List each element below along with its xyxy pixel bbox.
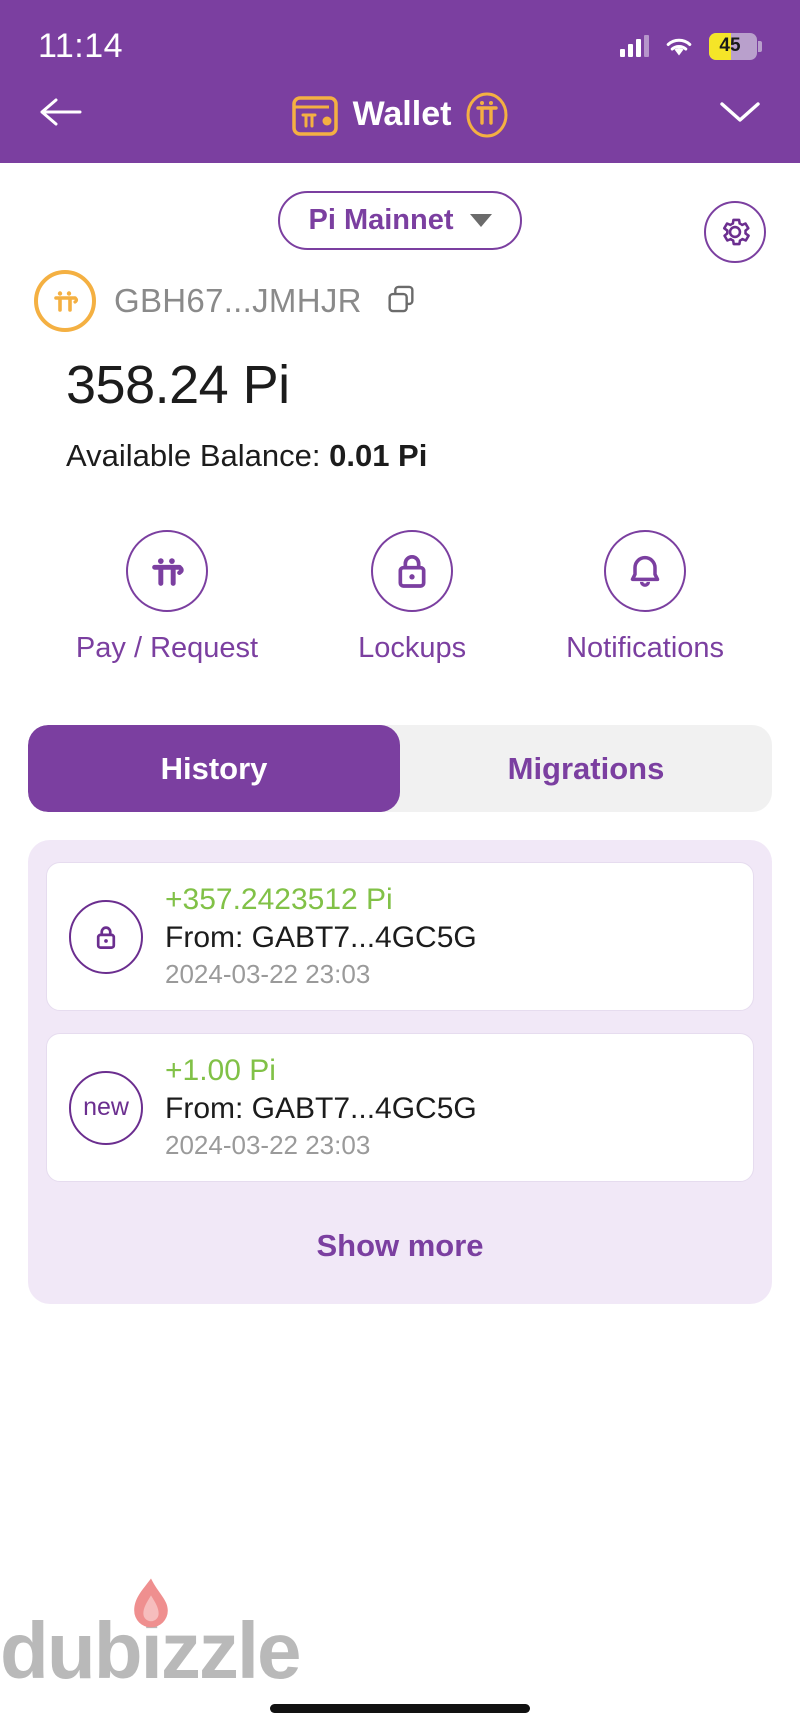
wallet-icon (291, 95, 338, 136)
pay-request-button[interactable]: Pay / Request (76, 530, 258, 665)
signal-bars-icon (620, 35, 649, 57)
notifications-label: Notifications (566, 632, 725, 664)
transaction-from: From: GABT7...4GC5G (165, 921, 477, 954)
quick-actions: Pay / Request Lockups Notifications (0, 474, 800, 665)
transaction-amount: +357.2423512 Pi (165, 883, 393, 916)
back-arrow-icon[interactable] (38, 96, 92, 133)
tab-history[interactable]: History (28, 725, 400, 812)
pi-logo-icon (466, 92, 508, 137)
flame-icon (134, 1578, 168, 1628)
notifications-button[interactable]: Notifications (566, 530, 724, 665)
settings-button[interactable] (704, 201, 766, 263)
transaction-amount: +1.00 Pi (165, 1054, 276, 1087)
available-balance: Available Balance: 0.01 Pi (0, 416, 800, 474)
lock-icon (398, 555, 426, 588)
wifi-icon (666, 38, 692, 55)
chevron-down-icon[interactable] (718, 99, 762, 130)
lockups-button[interactable]: Lockups (358, 530, 466, 665)
transaction-details: +357.2423512 Pi From: GABT7...4GC5G 2024… (165, 883, 477, 990)
pi-coin-icon (34, 270, 96, 332)
home-indicator (270, 1704, 530, 1713)
copy-icon[interactable] (384, 282, 418, 321)
bell-icon (630, 555, 660, 587)
battery-percent: 45 (719, 35, 741, 56)
available-balance-value: 0.01 Pi (329, 438, 428, 473)
caret-down-icon (469, 214, 492, 227)
nav-title-group: Wallet (0, 91, 800, 139)
transaction-date: 2024-03-22 23:03 (165, 959, 371, 989)
lock-icon (69, 899, 143, 974)
tab-bar: History Migrations (28, 725, 772, 812)
account-address-row: GBH67...JMHJR (0, 248, 800, 332)
lockups-circle (371, 530, 454, 612)
lockups-label: Lockups (358, 632, 467, 664)
battery-icon: 45 (709, 32, 762, 60)
network-name: Pi Mainnet (308, 204, 454, 236)
new-badge: new (69, 1070, 143, 1145)
nav-bar: Wallet (0, 66, 800, 163)
pay-request-label: Pay / Request (75, 632, 259, 664)
table-row[interactable]: new +1.00 Pi From: GABT7...4GC5G 2024-03… (46, 1033, 754, 1182)
show-more-button[interactable]: Show more (46, 1204, 754, 1292)
page-title: Wallet (352, 95, 452, 133)
transaction-from: From: GABT7...4GC5G (165, 1092, 477, 1125)
network-row: Pi Mainnet (0, 163, 800, 263)
total-balance: 358.24 Pi (66, 355, 290, 415)
status-bar: 11:14 45 (0, 0, 800, 66)
transaction-panel: +357.2423512 Pi From: GABT7...4GC5G 2024… (28, 840, 772, 1304)
wallet-content: Pi Mainnet GBH67...JMHJR 358.24 Pi Avail… (0, 163, 800, 1304)
transaction-details: +1.00 Pi From: GABT7...4GC5G 2024-03-22 … (165, 1054, 477, 1161)
network-selector[interactable]: Pi Mainnet (278, 191, 522, 250)
tab-migrations[interactable]: Migrations (400, 725, 772, 812)
available-balance-label: Available Balance: (66, 438, 330, 473)
status-time: 11:14 (38, 26, 124, 65)
notifications-circle (604, 530, 687, 612)
gear-icon (722, 218, 750, 246)
status-icons: 45 (620, 32, 762, 60)
transaction-date: 2024-03-22 23:03 (165, 1130, 371, 1160)
table-row[interactable]: +357.2423512 Pi From: GABT7...4GC5G 2024… (46, 862, 754, 1011)
wallet-address: GBH67...JMHJR (114, 282, 362, 319)
app-header: 11:14 45 Wallet (0, 0, 800, 163)
pay-request-circle (126, 530, 208, 612)
pi-symbol-icon (152, 558, 184, 586)
